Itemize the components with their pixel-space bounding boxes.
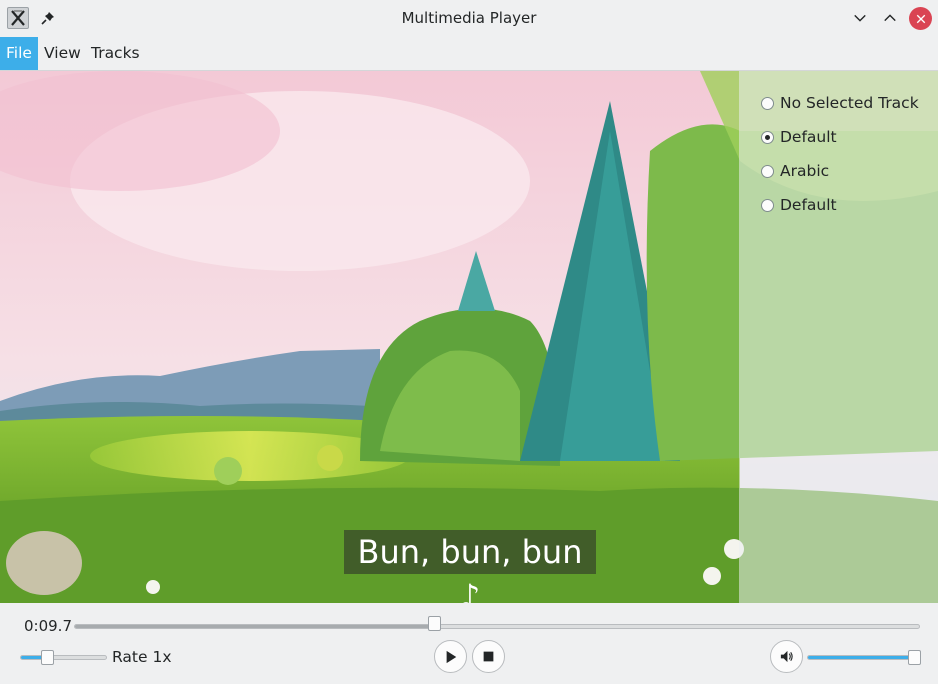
track-label: Arabic [780,162,830,180]
maximize-icon [884,14,896,22]
volume-slider-handle[interactable] [908,650,921,665]
app-x-logo-icon[interactable] [7,7,29,29]
minimize-button[interactable] [849,7,871,29]
speaker-icon [780,650,793,663]
menu-file[interactable]: File [0,37,38,70]
play-icon [446,650,456,663]
rate-label: Rate 1x [112,648,172,666]
video-surface[interactable]: Bun, bun, bun ♪ No Selected Track Defaul… [0,71,938,603]
volume-button[interactable] [770,640,803,673]
window-title: Multimedia Player [401,9,537,27]
close-button[interactable] [909,7,932,30]
track-label: Default [780,196,837,214]
elapsed-time: 0:09.7 [24,617,72,635]
track-label: No Selected Track [780,94,919,112]
volume-slider-fill [808,656,916,659]
seek-slider-handle[interactable] [428,616,442,631]
minimize-icon [854,14,866,22]
menu-bar: File View Tracks [0,37,938,71]
track-option-default-2[interactable]: Default [761,195,837,215]
radio-button[interactable] [761,96,774,110]
seek-slider-fill [75,625,436,628]
subtitle-text: Bun, bun, bun ♪ [344,530,596,603]
track-option-arabic[interactable]: Arabic [761,161,829,181]
play-button[interactable] [434,640,467,673]
stop-button[interactable] [472,640,505,673]
rate-slider[interactable] [20,655,107,660]
title-bar: Multimedia Player [0,0,938,37]
close-icon [916,14,925,23]
radio-button[interactable] [761,164,774,178]
track-label: Default [780,128,837,146]
track-option-none[interactable]: No Selected Track [761,93,919,113]
stop-icon [483,651,494,662]
menu-tracks[interactable]: Tracks [85,37,146,70]
seek-slider[interactable] [74,624,920,629]
radio-button-checked[interactable] [761,130,774,144]
volume-slider[interactable] [807,655,917,660]
rate-slider-handle[interactable] [40,650,54,665]
pin-icon[interactable] [40,10,56,26]
maximize-button[interactable] [879,7,901,29]
playback-controls: 0:09.7 Rate 1x [0,603,938,684]
track-option-default[interactable]: Default [761,127,837,147]
subtitle-track-panel: No Selected Track Default Arabic Default [739,71,938,603]
radio-button[interactable] [761,198,774,212]
menu-view[interactable]: View [38,37,87,70]
